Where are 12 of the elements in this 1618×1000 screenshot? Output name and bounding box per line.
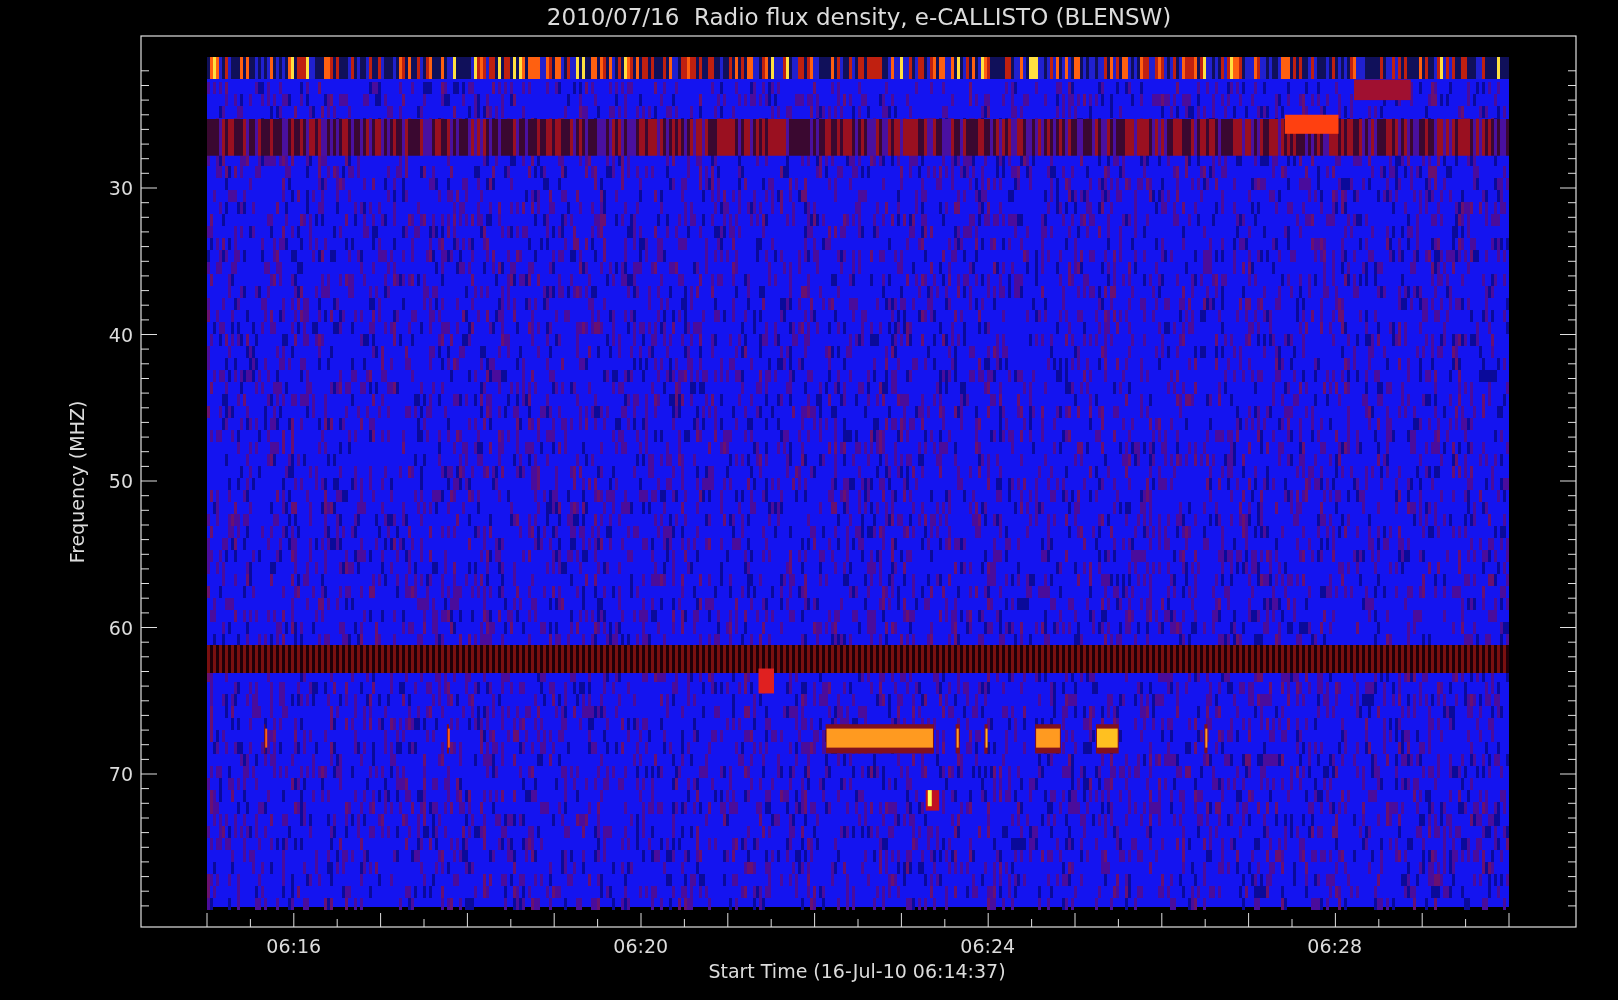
axis-tick-label: 06:20 — [613, 935, 669, 957]
axis-tick-label: 06:16 — [266, 935, 322, 957]
axis-tick-label: 60 — [108, 616, 133, 639]
axis-tick-label: 30 — [108, 177, 133, 199]
axis-tick-label: 70 — [108, 763, 133, 785]
axis-title: Start Time (16-Jul-10 06:14:37) — [708, 960, 1006, 982]
axis-tick-label: 40 — [108, 323, 133, 346]
chart-title: 2010/07/16 Radio flux density, e-CALLISTO (BLENSW) — [546, 4, 1172, 30]
axis-tick-label: 06:28 — [1307, 935, 1363, 957]
axis-title: Frequency (MHZ) — [66, 400, 88, 564]
axis-tick-label: 50 — [108, 470, 133, 492]
axis-tick-label: 06:24 — [960, 935, 1016, 957]
